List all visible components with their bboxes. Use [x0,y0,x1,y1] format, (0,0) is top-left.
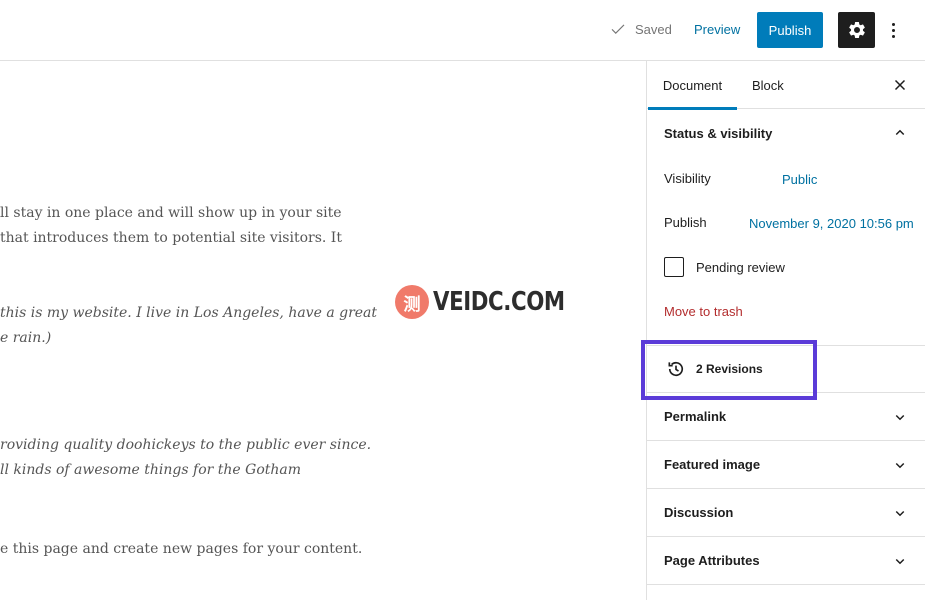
watermark-text: VEIDC.COM [433,287,565,317]
publish-button[interactable]: Publish [757,12,823,48]
paragraph-line: that introduces them to potential site v… [0,230,342,246]
more-dot [891,34,895,38]
paragraph-line: ll kinds of awesome things for the Gotha… [0,462,302,478]
quote-block[interactable]: roviding quality doohickeys to the publi… [0,433,371,483]
chevron-down-icon [895,510,905,517]
paragraph-line: e this page and create new pages for you… [0,541,363,557]
panel-title: Permalink [664,409,727,424]
move-to-trash-button[interactable]: Move to trash [664,304,743,319]
panel-title: Discussion [664,505,734,520]
close-icon[interactable] [891,76,909,94]
more-dot [891,28,895,32]
revisions-link[interactable]: 2 Revisions [647,346,925,393]
watermark-logo-icon: 测 [395,285,429,319]
revisions-label: 2 Revisions [696,362,763,376]
chevron-down-icon [895,462,905,469]
editor-header: Saved Preview Publish [0,0,925,61]
quote-block[interactable]: this is my website. I live in Los Angele… [0,301,377,351]
paragraph-block[interactable]: ll stay in one place and will show up in… [0,201,342,251]
visibility-label: Visibility [664,171,711,186]
pending-review-label[interactable]: Pending review [696,260,785,275]
chevron-down-icon [895,558,905,565]
pending-review-checkbox[interactable] [664,257,684,277]
pending-review-row: Pending review [664,257,785,277]
tab-block[interactable]: Block [752,61,784,109]
gear-icon [848,21,865,38]
discussion-panel-toggle[interactable]: Discussion [647,489,925,537]
saved-label: Saved [635,21,672,37]
sidebar-tabs: Document Block [647,61,925,110]
watermark: 测 VEIDC.COM [395,285,594,319]
more-options-button[interactable] [884,17,902,43]
publish-date-label: Publish [664,215,707,230]
settings-button[interactable] [838,12,875,48]
history-icon [668,361,684,377]
check-icon [611,24,625,34]
status-visibility-panel: Status & visibility Visibility Public Pu… [647,109,925,346]
saved-indicator: Saved [609,20,672,38]
permalink-panel-toggle[interactable]: Permalink [647,393,925,441]
settings-sidebar: Document Block Status & visibility Visib… [646,61,925,600]
status-visibility-toggle[interactable]: Status & visibility [647,109,925,157]
publish-date-toggle[interactable]: November 9, 2020 10:56 pm [749,216,914,231]
paragraph-line: roviding quality doohickeys to the publi… [0,437,372,453]
paragraph-line: e rain.) [0,330,52,346]
paragraph-line: this is my website. I live in Los Angele… [0,305,378,321]
page-attributes-panel-toggle[interactable]: Page Attributes [647,537,925,585]
visibility-toggle[interactable]: Public [782,172,817,187]
chevron-up-icon [895,129,905,136]
tab-document[interactable]: Document [648,61,737,110]
panel-title: Status & visibility [664,125,773,141]
editor-canvas[interactable]: ll stay in one place and will show up in… [0,61,646,600]
featured-image-panel-toggle[interactable]: Featured image [647,441,925,489]
paragraph-line: ll stay in one place and will show up in… [0,205,342,221]
panel-title: Featured image [664,457,761,472]
panel-title: Page Attributes [664,553,760,568]
more-dot [891,22,895,26]
preview-button[interactable]: Preview [694,22,740,37]
chevron-down-icon [895,414,905,421]
paragraph-block[interactable]: e this page and create new pages for you… [0,537,362,562]
